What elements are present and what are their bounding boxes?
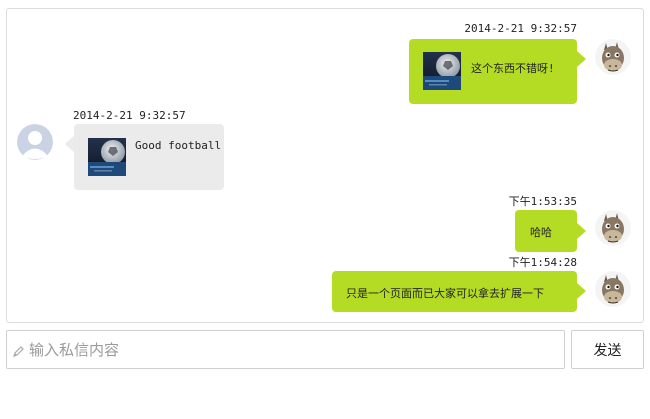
football-image (88, 138, 126, 176)
message-bubble-outgoing: 哈哈 (515, 210, 577, 252)
bubble-pointer (577, 51, 586, 67)
message-timestamp: 2014-2-21 9:32:57 (464, 22, 577, 35)
chat-panel: 2014-2-21 9:32:57 这个东西不错呀! 2014-2-21 9:3… (6, 8, 644, 323)
message-text: Good football (135, 139, 222, 152)
football-image (423, 52, 461, 90)
message-composer (6, 330, 565, 369)
bubble-pointer (577, 283, 586, 299)
message-bubble-outgoing: 只是一个页面而已大家可以拿去扩展一下 (332, 271, 577, 312)
donkey-avatar-icon[interactable] (595, 39, 631, 75)
message-timestamp: 下午1:54:28 (508, 256, 577, 269)
message-bubble-outgoing: 这个东西不错呀! (409, 39, 577, 104)
message-bubble-incoming: Good football (74, 124, 224, 190)
pencil-icon (12, 343, 25, 357)
bubble-pointer (577, 223, 586, 239)
bubble-pointer (65, 136, 74, 152)
message-image-thumbnail[interactable] (88, 138, 126, 176)
donkey-avatar-icon[interactable] (595, 271, 631, 307)
message-text: 这个东西不错呀! (471, 62, 555, 75)
donkey-avatar-icon[interactable] (595, 210, 631, 246)
send-button[interactable]: 发送 (571, 330, 644, 369)
message-timestamp: 下午1:53:35 (508, 195, 577, 208)
message-timestamp: 2014-2-21 9:32:57 (73, 109, 186, 122)
message-input[interactable] (29, 331, 559, 368)
message-text: 只是一个页面而已大家可以拿去扩展一下 (346, 287, 544, 300)
message-image-thumbnail[interactable] (423, 52, 461, 90)
message-text: 哈哈 (530, 226, 552, 239)
default-user-avatar-icon[interactable] (17, 124, 53, 160)
